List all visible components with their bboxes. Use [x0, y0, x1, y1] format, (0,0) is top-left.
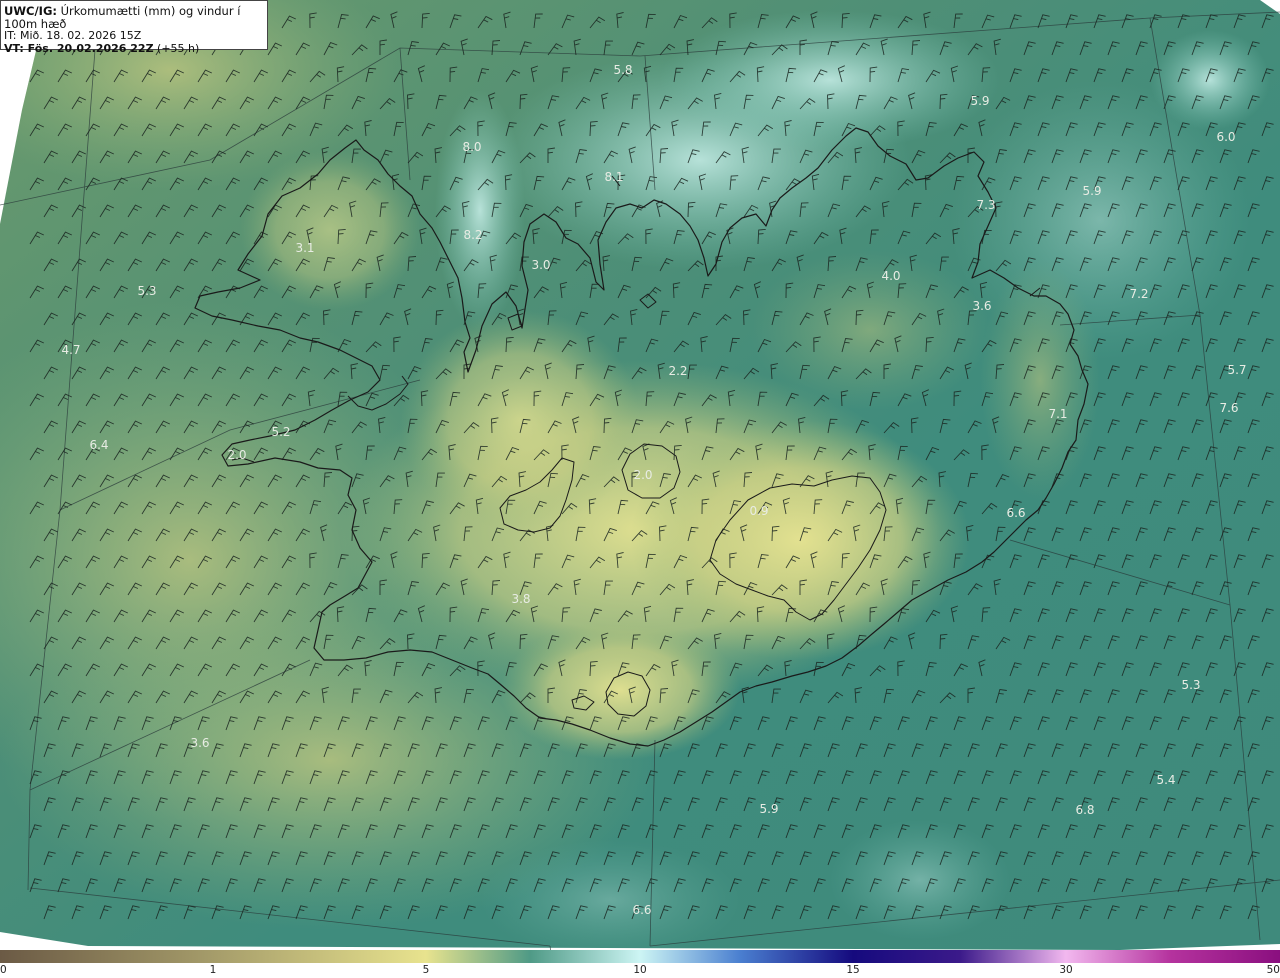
color-scale-ticks: 0 1 5 10 15 30 50: [0, 963, 1280, 978]
precip-value-label: 5.9: [1082, 184, 1102, 198]
precip-value-label: 7.3: [976, 198, 996, 212]
scale-tick-label: 5: [422, 964, 430, 976]
precip-value-label: 3.0: [531, 258, 551, 272]
scale-tick-label: 50: [1266, 964, 1280, 976]
valid-time-line: VT: Fös. 20.02.2026 22Z (+55 h): [4, 41, 263, 56]
precip-value-label: 6.6: [1006, 506, 1026, 520]
precip-value-label: 8.2: [463, 228, 483, 242]
precip-value-label: 7.1: [1048, 407, 1068, 421]
scale-tick-label: 1: [209, 964, 217, 976]
precip-value-label: 6.6: [632, 903, 652, 917]
precip-value-label: 7.6: [1219, 401, 1239, 415]
scale-tick-label: 15: [846, 964, 860, 976]
precip-value-label: 0.9: [749, 504, 769, 518]
precip-value-label: 3.1: [295, 241, 315, 255]
precip-value-label: 5.3: [1181, 678, 1201, 692]
valid-label: VT:: [4, 41, 24, 55]
scale-tick-label: 30: [1059, 964, 1073, 976]
precip-value-label: 2.0: [227, 448, 247, 462]
precip-value-label: 5.2: [271, 425, 291, 439]
precip-value-label: 5.9: [970, 94, 990, 108]
precip-value-label: 3.6: [972, 299, 992, 313]
precip-value-label: 3.8: [511, 592, 531, 606]
scale-tick-label: 10: [633, 964, 647, 976]
lead-time: (+55 h): [153, 41, 200, 55]
precip-value-label: 7.2: [1129, 287, 1149, 301]
precip-value-label: 5.8: [613, 63, 633, 77]
precip-value-label: 5.4: [1156, 773, 1176, 787]
map-info-box: UWC/IG: Úrkomumætti (mm) og vindur í 100…: [0, 0, 268, 54]
color-scale-bar: [0, 950, 1280, 963]
precip-value-label: 6.8: [1075, 803, 1095, 817]
precip-value-label: 4.0: [881, 269, 901, 283]
precip-value-label: 2.2: [668, 364, 688, 378]
precip-value-label: 5.9: [759, 802, 779, 816]
precip-value-label: 8.1: [604, 170, 624, 184]
precip-value-label: 5.7: [1227, 363, 1247, 377]
precip-value-label: 5.3: [137, 284, 157, 298]
precip-value-label: 8.0: [462, 140, 482, 154]
scale-tick-label: 0: [0, 964, 7, 976]
precip-value-label: 3.6: [190, 736, 210, 750]
precip-value-label: 6.4: [89, 438, 109, 452]
precip-value-label: 2.0: [633, 468, 653, 482]
precip-value-label: 4.7: [61, 343, 81, 357]
title-line: UWC/IG: Úrkomumætti (mm) og vindur í 100…: [4, 5, 263, 30]
precip-value-label: 6.0: [1216, 130, 1236, 144]
valid-time: Fös. 20.02.2026 22Z: [23, 41, 154, 55]
